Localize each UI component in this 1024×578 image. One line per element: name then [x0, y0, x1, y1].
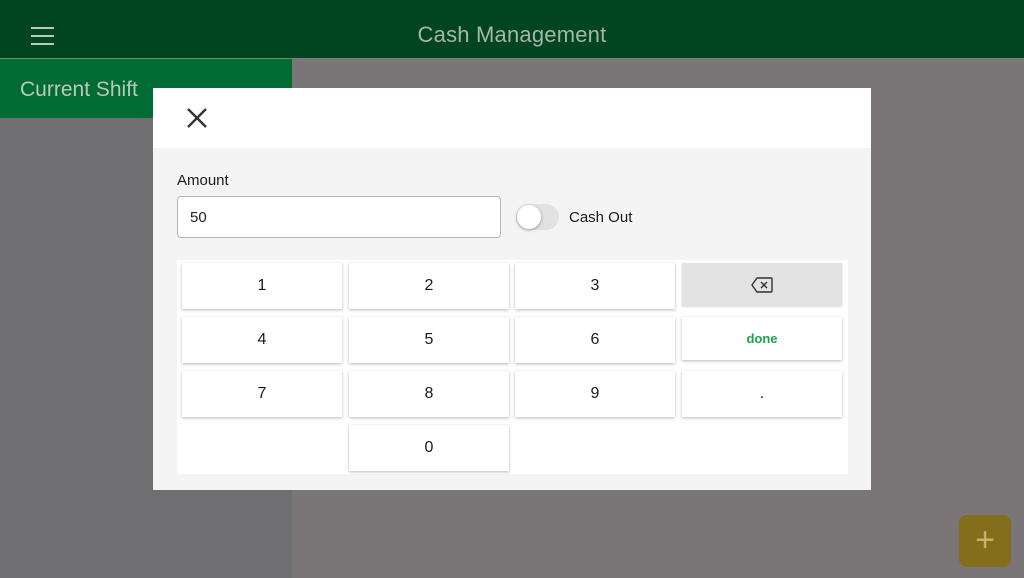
key-1[interactable]: 1: [182, 263, 342, 309]
add-button[interactable]: +: [959, 515, 1011, 567]
key-2[interactable]: 2: [349, 263, 509, 309]
key-8[interactable]: 8: [349, 371, 509, 417]
cash-out-toggle[interactable]: [516, 204, 559, 230]
key-9[interactable]: 9: [515, 371, 675, 417]
amount-input[interactable]: [177, 196, 501, 238]
cash-dialog: Amount Cash Out 1 2 3 4 5 6 done 7 8 9 .…: [153, 88, 871, 490]
app-header: Cash Management: [0, 0, 1024, 59]
close-icon[interactable]: [184, 105, 210, 131]
key-7[interactable]: 7: [182, 371, 342, 417]
done-button[interactable]: done: [682, 317, 842, 360]
backspace-icon: [751, 276, 773, 293]
key-0[interactable]: 0: [349, 425, 509, 471]
key-4[interactable]: 4: [182, 317, 342, 363]
cash-out-label: Cash Out: [569, 209, 633, 226]
key-decimal[interactable]: .: [682, 371, 842, 417]
numeric-keypad: 1 2 3 4 5 6 done 7 8 9 . 0: [177, 260, 848, 474]
dialog-header: [153, 88, 871, 148]
toggle-knob: [517, 205, 541, 229]
key-3[interactable]: 3: [515, 263, 675, 309]
page-title: Cash Management: [417, 22, 607, 47]
key-5[interactable]: 5: [349, 317, 509, 363]
amount-label: Amount: [177, 172, 229, 189]
backspace-key[interactable]: [682, 263, 842, 306]
key-6[interactable]: 6: [515, 317, 675, 363]
